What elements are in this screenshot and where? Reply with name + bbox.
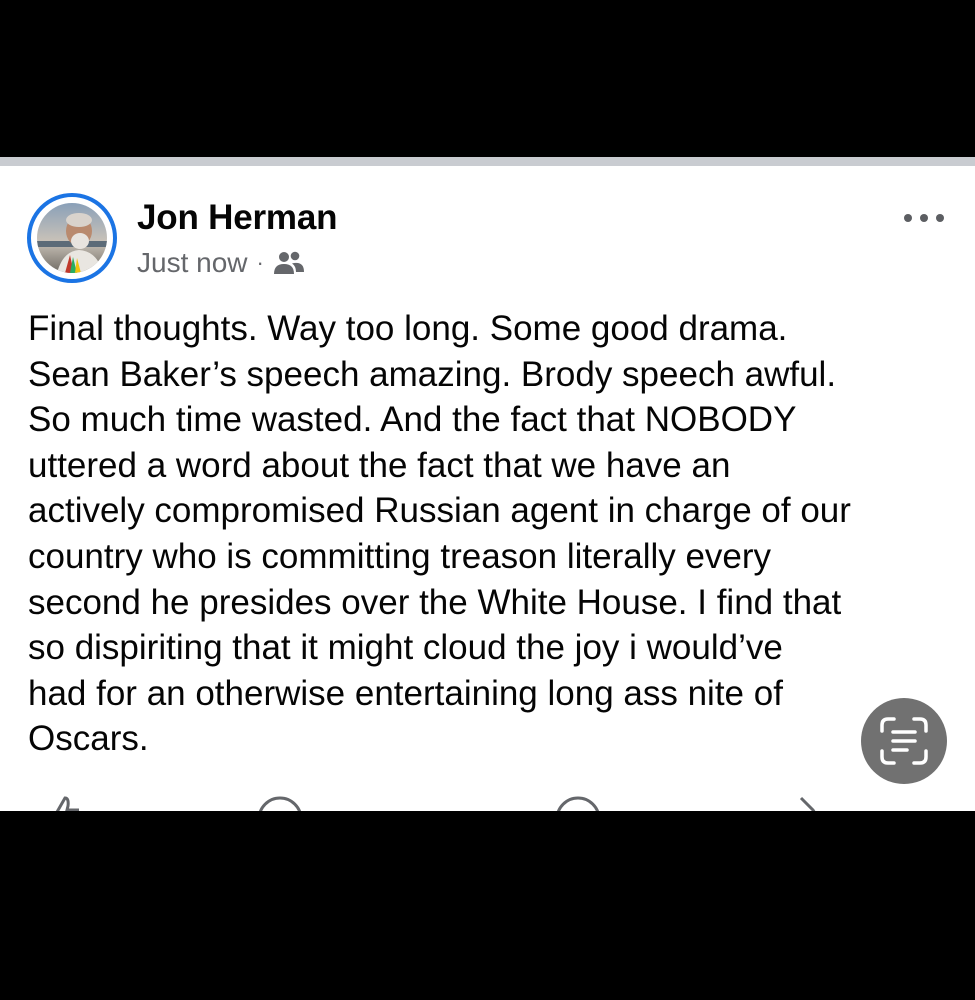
meta-separator: ·: [256, 250, 264, 275]
author-name[interactable]: Jon Herman: [137, 198, 337, 238]
post-text-line: second he presides over the White House.…: [28, 582, 842, 622]
post-text-line: country who is committing treason litera…: [28, 536, 772, 576]
post-timestamp[interactable]: Just now: [137, 247, 248, 279]
bottom-black-area: [0, 811, 975, 1000]
feed-divider: [0, 157, 975, 166]
post-text-line: actively compromised Russian agent in ch…: [28, 491, 851, 531]
post-text-line: Sean Baker’s speech amazing. Brody speec…: [28, 354, 837, 394]
like-icon[interactable]: [45, 794, 85, 811]
avatar-photo: [37, 203, 107, 273]
comment-icon[interactable]: [255, 794, 305, 811]
post-meta: Just now ·: [137, 246, 305, 280]
post-text-line: Final thoughts. Way too long. Some good …: [28, 309, 788, 348]
post-text-line: had for an otherwise entertaining long a…: [28, 673, 783, 713]
post-actions-bar: [0, 794, 975, 811]
text-scan-button[interactable]: [861, 698, 947, 784]
more-dot: [936, 214, 944, 222]
post-text-line: so dispiriting that it might cloud the j…: [28, 628, 783, 668]
avatar[interactable]: [27, 193, 117, 283]
post-text-line: uttered a word about the fact that we ha…: [28, 445, 731, 485]
send-icon[interactable]: [553, 794, 603, 811]
post-text: Final thoughts. Way too long. Some good …: [28, 306, 958, 762]
post-card: Jon Herman Just now · Final thoughts. Wa…: [0, 166, 975, 811]
post-text-line: So much time wasted. And the fact that N…: [28, 400, 797, 440]
top-black-area: [0, 0, 975, 157]
more-horizontal-icon: [904, 214, 912, 222]
post-text-line: Oscars.: [28, 719, 149, 759]
friends-icon[interactable]: [273, 250, 305, 276]
more-options-button[interactable]: [904, 206, 944, 230]
more-dot: [920, 214, 928, 222]
share-icon[interactable]: [795, 794, 835, 811]
text-scan-icon: [880, 717, 928, 765]
